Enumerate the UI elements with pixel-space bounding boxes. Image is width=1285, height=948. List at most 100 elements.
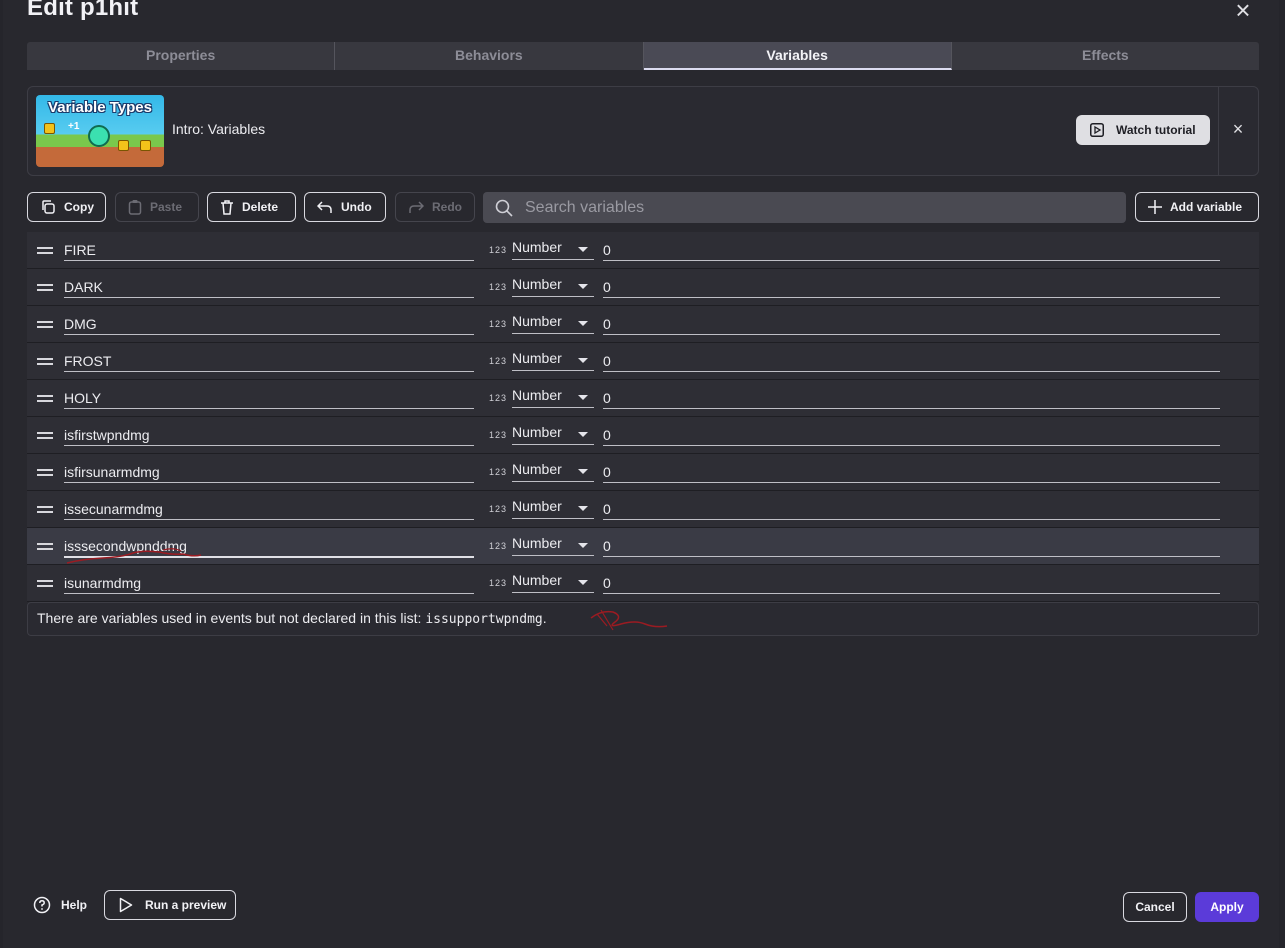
number-type-icon: 123: [489, 467, 508, 477]
variable-row[interactable]: isfirsunarmdmg 123 Number 0: [27, 454, 1259, 491]
gem-icon: [88, 125, 110, 147]
annotation-scribble: [66, 548, 202, 564]
variable-type-label: Number: [512, 424, 562, 440]
close-tutorial-icon[interactable]: ×: [1228, 119, 1248, 139]
chevron-down-icon: [578, 469, 588, 474]
variable-row[interactable]: isfirstwpndmg 123 Number 0: [27, 417, 1259, 454]
variable-name-field[interactable]: FROST: [64, 351, 474, 372]
variable-type-select[interactable]: Number: [512, 498, 594, 519]
number-type-icon: 123: [489, 245, 508, 255]
cancel-button[interactable]: Cancel: [1123, 892, 1187, 922]
dialog-title: Edit p1hit: [27, 0, 139, 21]
redo-button[interactable]: Redo: [395, 192, 475, 222]
variable-name-field[interactable]: FIRE: [64, 240, 474, 261]
variable-name-field[interactable]: isunarmdmg: [64, 573, 474, 594]
variable-value-field[interactable]: 0: [603, 462, 1220, 483]
thumbnail-title: Variable Types: [48, 99, 152, 116]
undo-icon: [317, 201, 332, 213]
variable-row[interactable]: FIRE 123 Number 0: [27, 232, 1259, 269]
chevron-down-icon: [578, 580, 588, 585]
variable-name-field[interactable]: issecunarmdmg: [64, 499, 474, 520]
variable-name-field[interactable]: isfirstwpndmg: [64, 425, 474, 446]
tab-properties[interactable]: Properties: [27, 42, 336, 70]
close-dialog-icon[interactable]: ×: [1231, 0, 1255, 23]
help-icon: [33, 896, 51, 914]
variable-name-field[interactable]: DMG: [64, 314, 474, 335]
variable-row[interactable]: HOLY 123 Number 0: [27, 380, 1259, 417]
variable-value-field[interactable]: 0: [603, 499, 1220, 520]
watch-tutorial-button[interactable]: Watch tutorial: [1076, 115, 1210, 145]
copy-button[interactable]: Copy: [27, 192, 106, 222]
variable-value-field[interactable]: 0: [603, 536, 1220, 557]
add-variable-label: Add variable: [1170, 200, 1243, 214]
drag-handle-icon[interactable]: [37, 580, 53, 588]
drag-handle-icon[interactable]: [37, 432, 53, 440]
drag-handle-icon[interactable]: [37, 395, 53, 403]
variable-type-label: Number: [512, 239, 562, 255]
variable-type-select[interactable]: Number: [512, 276, 594, 297]
variable-value-field[interactable]: 0: [603, 425, 1220, 446]
variable-name-field[interactable]: HOLY: [64, 388, 474, 409]
tab-bar: Properties Behaviors Variables Effects: [27, 42, 1259, 70]
variable-type-label: Number: [512, 350, 562, 366]
chevron-down-icon: [578, 432, 588, 437]
variable-name-field[interactable]: DARK: [64, 277, 474, 298]
run-preview-button[interactable]: Run a preview: [104, 890, 236, 920]
variable-value-field[interactable]: 0: [603, 388, 1220, 409]
variable-value-field[interactable]: 0: [603, 351, 1220, 372]
paste-label: Paste: [150, 200, 183, 214]
chevron-down-icon: [578, 284, 588, 289]
paste-button[interactable]: Paste: [115, 192, 199, 222]
drag-handle-icon[interactable]: [37, 321, 53, 329]
apply-button[interactable]: Apply: [1195, 892, 1259, 922]
variable-type-label: Number: [512, 276, 562, 292]
drag-handle-icon[interactable]: [37, 506, 53, 514]
variable-row[interactable]: issecunarmdmg 123 Number 0: [27, 491, 1259, 528]
variable-type-label: Number: [512, 498, 562, 514]
variable-value-field[interactable]: 0: [603, 573, 1220, 594]
search-input[interactable]: [523, 197, 1107, 218]
variable-row[interactable]: FROST 123 Number 0: [27, 343, 1259, 380]
variable-row[interactable]: DARK 123 Number 0: [27, 269, 1259, 306]
variable-row[interactable]: DMG 123 Number 0: [27, 306, 1259, 343]
variable-type-label: Number: [512, 387, 562, 403]
variable-type-select[interactable]: Number: [512, 239, 594, 260]
variables-toolbar: Copy Paste Delete Undo Redo Search varia…: [27, 192, 1259, 224]
delete-button[interactable]: Delete: [207, 192, 296, 222]
variable-type-select[interactable]: Number: [512, 313, 594, 334]
variable-type-select[interactable]: Number: [512, 572, 594, 593]
variable-type-select[interactable]: Number: [512, 387, 594, 408]
tab-variables[interactable]: Variables: [643, 42, 952, 70]
variable-name-field[interactable]: isfirsunarmdmg: [64, 462, 474, 483]
play-icon: [1090, 123, 1104, 137]
variable-value-field[interactable]: 0: [603, 277, 1220, 298]
drag-handle-icon[interactable]: [37, 284, 53, 292]
variable-type-label: Number: [512, 461, 562, 477]
variable-type-select[interactable]: Number: [512, 424, 594, 445]
warning-suffix: .: [542, 610, 547, 626]
variable-value-field[interactable]: 0: [603, 314, 1220, 335]
tab-effects[interactable]: Effects: [952, 42, 1259, 70]
edit-object-dialog: Edit p1hit × Properties Behaviors Variab…: [3, 0, 1279, 948]
number-type-icon: 123: [489, 504, 508, 514]
variable-type-label: Number: [512, 572, 562, 588]
drag-handle-icon[interactable]: [37, 358, 53, 366]
variable-type-select[interactable]: Number: [512, 350, 594, 371]
divider: [1218, 87, 1219, 175]
undo-button[interactable]: Undo: [304, 192, 386, 222]
help-button[interactable]: Help: [33, 890, 97, 920]
number-type-icon: 123: [489, 578, 508, 588]
variable-type-select[interactable]: Number: [512, 461, 594, 482]
variable-type-select[interactable]: Number: [512, 535, 594, 556]
variable-value-field[interactable]: 0: [603, 240, 1220, 261]
chevron-down-icon: [578, 247, 588, 252]
tutorial-thumbnail[interactable]: Variable Types +1: [36, 95, 164, 167]
variable-row[interactable]: isunarmdmg 123 Number 0: [27, 565, 1259, 602]
drag-handle-icon[interactable]: [37, 469, 53, 477]
trash-icon: [221, 200, 233, 215]
tab-behaviors[interactable]: Behaviors: [335, 42, 644, 70]
drag-handle-icon[interactable]: [37, 247, 53, 255]
add-variable-button[interactable]: Add variable: [1135, 192, 1259, 222]
drag-handle-icon[interactable]: [37, 543, 53, 551]
number-type-icon: 123: [489, 356, 508, 366]
